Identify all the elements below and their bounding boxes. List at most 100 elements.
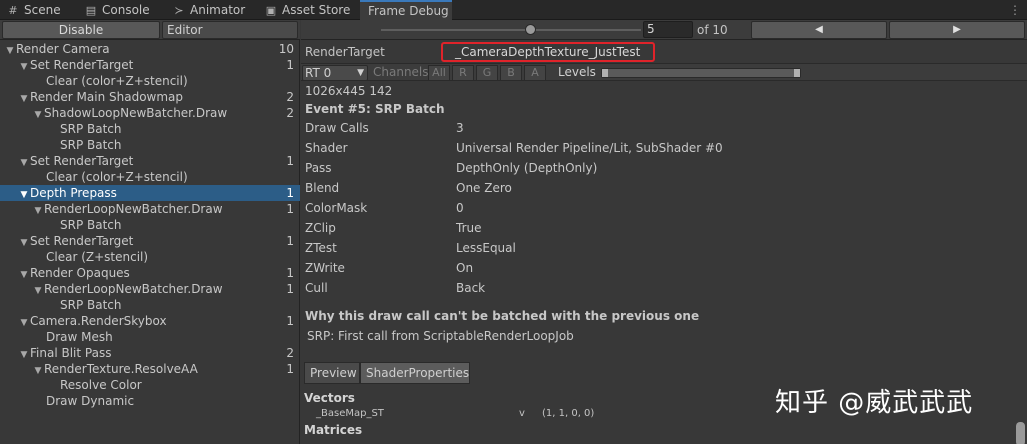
previous-frame-button[interactable]: ◀ <box>751 21 887 39</box>
tree-row[interactable]: ▼ Set RenderTarget 1 <box>0 57 300 73</box>
tree-row[interactable]: ▼ Set RenderTarget 1 <box>0 153 300 169</box>
tree-row-label: SRP Batch <box>60 298 122 312</box>
tree-row[interactable]: SRP Batch <box>0 121 300 137</box>
property-row: ZWrite On <box>305 258 1005 278</box>
tree-row[interactable]: Draw Dynamic <box>0 393 300 409</box>
tree-row-label: SRP Batch <box>60 218 122 232</box>
tab-asset-store[interactable]: ▣ Asset Store <box>264 0 351 20</box>
levels-max-handle[interactable] <box>794 69 800 77</box>
tree-row[interactable]: ▼ Render Camera 10 <box>0 41 300 57</box>
tree-row[interactable]: Clear (color+Z+stencil) <box>0 73 300 89</box>
property-name: ZTest <box>305 241 337 255</box>
tree-row[interactable]: ▼ RenderLoopNewBatcher.Draw 1 <box>0 201 300 217</box>
vector-type: v <box>519 408 525 419</box>
property-value: One Zero <box>456 181 512 195</box>
tree-row-label: Resolve Color <box>60 378 142 392</box>
batch-break-title: Why this draw call can't be batched with… <box>305 309 700 323</box>
draw-count: 1 <box>286 362 294 376</box>
draw-count: 2 <box>286 90 294 104</box>
watermark: 知乎 @威武武武 <box>775 388 974 418</box>
draw-count: 10 <box>278 42 294 56</box>
tree-row-label: Render Opaques <box>30 266 130 280</box>
render-target-row: RenderTarget _CameraDepthTexture_JustTes… <box>301 41 1027 63</box>
target-select[interactable]: Editor <box>162 21 298 39</box>
tree-row[interactable]: Clear (color+Z+stencil) <box>0 169 300 185</box>
frame-slider-handle[interactable] <box>525 24 536 35</box>
tree-row[interactable]: Resolve Color <box>0 377 300 393</box>
tree-row[interactable]: ▼ Final Blit Pass 2 <box>0 345 300 361</box>
tree-row-label: ShadowLoopNewBatcher.Draw <box>44 106 228 120</box>
frame-slider[interactable] <box>381 29 641 31</box>
tree-row[interactable]: Clear (Z+stencil) <box>0 249 300 265</box>
tree-row[interactable]: SRP Batch <box>0 217 300 233</box>
levels-min-handle[interactable] <box>602 69 608 77</box>
channel-g-button[interactable]: G <box>476 65 498 81</box>
tree-row-label: Depth Prepass <box>30 186 117 200</box>
frame-toolbar: 5 of 10 ◀ ▶ <box>301 20 1027 40</box>
tab-preview[interactable]: Preview <box>304 362 360 384</box>
left-toolbar: Disable Editor <box>0 20 300 40</box>
tree-row-label: Render Main Shadowmap <box>30 90 184 104</box>
property-name: ZWrite <box>305 261 345 275</box>
draw-count: 2 <box>286 346 294 360</box>
channel-all-button[interactable]: All <box>428 65 450 81</box>
tree-row[interactable]: Draw Mesh <box>0 329 300 345</box>
draw-count: 1 <box>286 282 294 296</box>
property-name: Cull <box>305 281 328 295</box>
chevron-down-icon: ▼ <box>357 68 364 78</box>
arrow-right-icon: ▶ <box>953 24 961 35</box>
vector-value: (1, 1, 0, 0) <box>542 408 595 419</box>
next-frame-button[interactable]: ▶ <box>889 21 1025 39</box>
tree-row-label: Final Blit Pass <box>30 346 112 360</box>
event-details-panel: 5 of 10 ◀ ▶ RenderTarget _CameraDepthTex… <box>301 20 1027 444</box>
event-tree: ▼ Render Camera 10 ▼ Set RenderTarget 1 Clear … <box>0 41 300 409</box>
channel-a-button[interactable]: A <box>524 65 546 81</box>
tree-row-label: Set RenderTarget <box>30 58 134 72</box>
draw-count: 1 <box>286 154 294 168</box>
arrow-left-icon: ◀ <box>815 24 823 35</box>
vector-name: _BaseMap_ST <box>316 408 384 419</box>
grid-icon: # <box>8 4 18 17</box>
tree-row[interactable]: ▼ RenderLoopNewBatcher.Draw 1 <box>0 281 300 297</box>
draw-count: 2 <box>286 106 294 120</box>
tree-row-label: Draw Mesh <box>46 330 113 344</box>
property-row: Draw Calls 3 <box>305 118 1005 138</box>
property-name: Shader <box>305 141 348 155</box>
tab-scene[interactable]: # Scene <box>6 0 60 20</box>
scrollbar-thumb[interactable] <box>1016 422 1025 444</box>
property-name: ColorMask <box>305 201 368 215</box>
tree-row[interactable]: ▼ ShadowLoopNewBatcher.Draw 2 <box>0 105 300 121</box>
property-row: ZClip True <box>305 218 1005 238</box>
property-row: Cull Back <box>305 278 1005 298</box>
tree-row[interactable]: ▼ RenderTexture.ResolveAA 1 <box>0 361 300 377</box>
channel-r-button[interactable]: R <box>452 65 474 81</box>
tree-row-label: RenderTexture.ResolveAA <box>44 362 198 376</box>
channel-b-button[interactable]: B <box>500 65 522 81</box>
channels-row: RT 0 ▼ Channels All R G B A Levels <box>301 63 1027 81</box>
property-value: DepthOnly (DepthOnly) <box>456 161 598 175</box>
tree-row[interactable]: ▼ Set RenderTarget 1 <box>0 233 300 249</box>
disable-button[interactable]: Disable <box>2 21 160 39</box>
property-name: Pass <box>305 161 332 175</box>
rt-select[interactable]: RT 0 ▼ <box>302 65 368 81</box>
kebab-menu-icon[interactable]: ⋮ <box>1009 0 1021 20</box>
levels-slider[interactable] <box>601 68 801 78</box>
tab-frame-debug[interactable]: Frame Debug <box>360 0 452 20</box>
tree-row-label: Set RenderTarget <box>30 154 134 168</box>
tab-shader-properties[interactable]: ShaderProperties <box>360 362 470 384</box>
target-size: 1026x445 142 <box>305 84 393 98</box>
tab-animator[interactable]: ≻ Animator <box>172 0 245 20</box>
tree-row-label: SRP Batch <box>60 122 122 136</box>
tree-row[interactable]: ▼ Depth Prepass 1 <box>0 185 300 201</box>
tree-row[interactable]: ▼ Camera.RenderSkybox 1 <box>0 313 300 329</box>
property-value: 3 <box>456 121 464 135</box>
batch-break-reason: SRP: First call from ScriptableRenderLoo… <box>307 329 574 343</box>
tree-row[interactable]: SRP Batch <box>0 137 300 153</box>
frame-number-input[interactable]: 5 <box>643 21 693 38</box>
tree-row[interactable]: SRP Batch <box>0 297 300 313</box>
tab-console[interactable]: ▤ Console <box>84 0 150 20</box>
render-target-label: RenderTarget <box>305 45 385 59</box>
tree-row-label: Clear (color+Z+stencil) <box>46 74 188 88</box>
tree-row[interactable]: ▼ Render Main Shadowmap 2 <box>0 89 300 105</box>
tree-row[interactable]: ▼ Render Opaques 1 <box>0 265 300 281</box>
